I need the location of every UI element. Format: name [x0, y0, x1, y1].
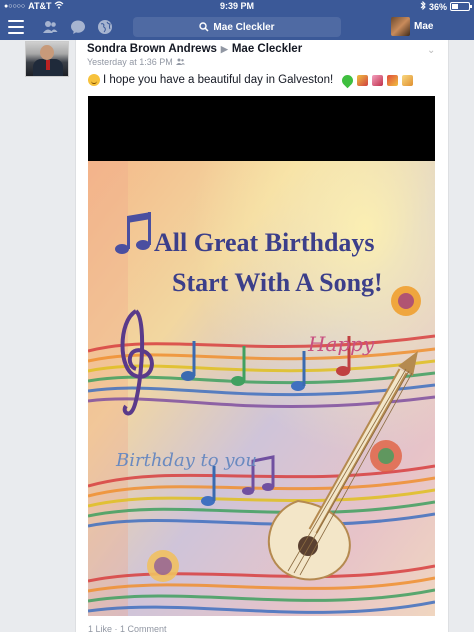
post-options-icon[interactable]: ⌄ — [427, 45, 435, 56]
profile-thumbnail — [391, 17, 410, 36]
post-photo[interactable]: All Great Birthdays Start With A Song! H… — [88, 96, 435, 616]
post-footer[interactable]: 1 Like · 1 Comment — [88, 624, 167, 632]
card-script-bottom: Birthday to you — [115, 450, 257, 471]
menu-icon[interactable] — [8, 20, 24, 34]
profile-name: Mae — [414, 21, 434, 32]
battery-percent: 36% — [428, 1, 447, 12]
author-name[interactable]: Sondra Brown Andrews — [87, 43, 217, 55]
post-timestamp[interactable]: Yesterday at 1:36 PM — [87, 57, 173, 67]
feed-gutter — [0, 40, 75, 632]
author-avatar[interactable] — [25, 41, 69, 77]
cake-icon — [402, 74, 414, 86]
bluetooth-icon — [420, 0, 426, 12]
party-popper-icon — [357, 74, 369, 86]
birthday-card-image: All Great Birthdays Start With A Song! H… — [88, 161, 435, 616]
confetti-icon — [372, 74, 384, 86]
friend-requests-icon[interactable] — [42, 19, 58, 35]
post-header: Sondra Brown Andrews ▶ Mae Cleckler — [87, 43, 302, 55]
recipient-name[interactable]: Mae Cleckler — [232, 43, 302, 55]
status-bar: ●○○○○ AT&T 9:39 PM 36% — [0, 0, 474, 14]
card-headline-2: Start With A Song! — [172, 268, 383, 297]
audience-icon — [175, 57, 185, 67]
search-bar[interactable]: Mae Cleckler — [133, 17, 341, 37]
messages-icon[interactable] — [70, 19, 86, 35]
gift-icon — [387, 74, 399, 86]
post-message: I hope you have a beautiful day in Galve… — [88, 72, 414, 88]
profile-button[interactable]: Mae — [391, 17, 433, 36]
battery-group: 36% — [420, 0, 472, 12]
card-headline-1: All Great Birthdays — [154, 228, 375, 257]
search-icon — [199, 22, 209, 32]
search-text: Mae Cleckler — [213, 21, 275, 33]
battery-icon — [450, 2, 472, 11]
nav-bar: Mae Cleckler Mae — [0, 14, 474, 40]
green-heart-icon — [339, 72, 356, 88]
post-message-text: I hope you have a beautiful day in Galve… — [103, 74, 334, 86]
globe-icon[interactable] — [97, 19, 113, 35]
card-script-top: Happy — [307, 332, 375, 356]
smile-emoji-icon — [88, 74, 100, 86]
arrow-right-icon: ▶ — [220, 43, 228, 54]
photo-black-band — [88, 96, 435, 161]
clock: 9:39 PM — [219, 1, 254, 11]
post-meta: Yesterday at 1:36 PM — [87, 57, 185, 67]
